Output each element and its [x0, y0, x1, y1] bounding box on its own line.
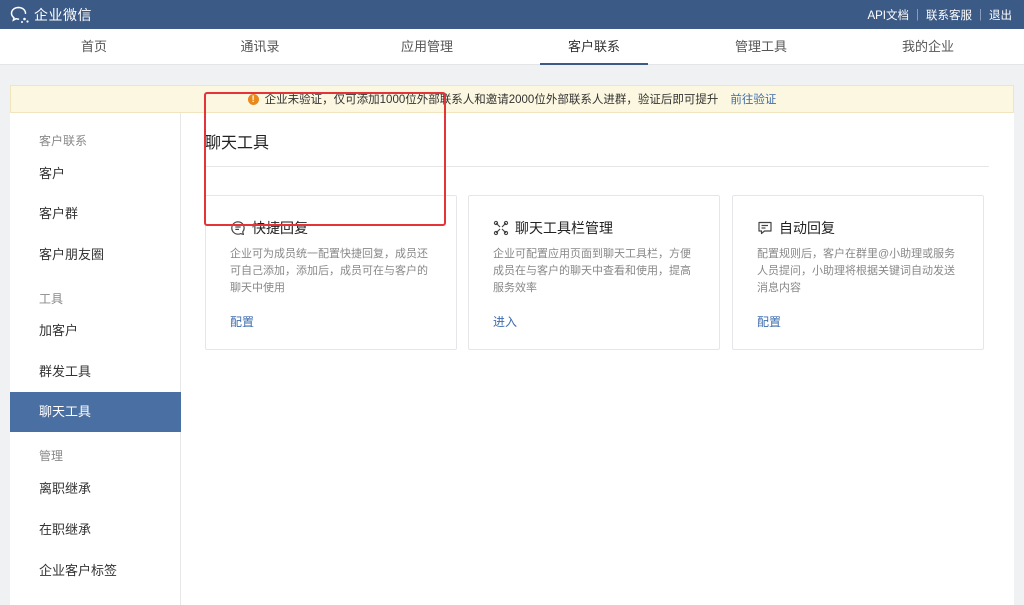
sidebar-item-customer-tags[interactable]: 企业客户标签	[10, 551, 181, 591]
sidebar-group-management: 管理	[39, 449, 64, 463]
sidebar-group-tools: 工具	[39, 292, 64, 306]
sidebar-item-active-transfer[interactable]: 在职继承	[10, 510, 181, 550]
sidebar-item-chat-tools[interactable]: 聊天工具	[10, 392, 181, 432]
sidebar-item-customers[interactable]: 客户	[10, 154, 181, 194]
separator: |	[979, 8, 982, 21]
card-title: 聊天工具栏管理	[515, 220, 613, 236]
nav-contacts[interactable]: 通讯录	[200, 29, 320, 65]
logo[interactable]: 企业微信	[10, 4, 92, 25]
main-panel: 客户联系 客户 客户群 客户朋友圈 工具 加客户 群发工具 聊天工具 管理 离职…	[10, 113, 1014, 605]
card-description: 配置规则后，客户在群里@小助理或服务人员提问，小助理将根据关键词自动发送消息内容	[757, 248, 956, 294]
logout-link[interactable]: 退出	[989, 7, 1012, 23]
card-header: 聊天工具栏管理	[493, 218, 613, 238]
enter-chat-toolbar-link[interactable]: 进入	[493, 313, 517, 330]
card-header: 快捷回复	[230, 218, 308, 238]
nav-app-management[interactable]: 应用管理	[367, 29, 487, 65]
wecom-logo-icon	[10, 6, 29, 23]
chat-bubble-icon	[231, 221, 245, 235]
nav-customer-contact[interactable]: 客户联系	[534, 29, 654, 65]
sidebar: 客户联系 客户 客户群 客户朋友圈 工具 加客户 群发工具 聊天工具 管理 离职…	[10, 113, 181, 605]
configure-quick-reply-link[interactable]: 配置	[230, 313, 254, 330]
sidebar-item-customer-groups[interactable]: 客户群	[10, 194, 181, 234]
auto-reply-icon	[758, 221, 772, 235]
card-description: 企业可为成员统一配置快捷回复，成员还可自己添加，添加后，成员可在与客户的聊天中使…	[230, 248, 428, 294]
notice-text: 企业未验证，仅可添加1000位外部联系人和邀请2000位外部联系人进群，验证后即…	[264, 94, 719, 106]
card-title: 自动回复	[779, 220, 835, 236]
app-name: 企业微信	[34, 6, 92, 23]
sidebar-item-moments[interactable]: 客户朋友圈	[10, 235, 181, 275]
separator: |	[916, 8, 919, 21]
page-title: 聊天工具	[205, 135, 270, 152]
nav-management-tools[interactable]: 管理工具	[701, 29, 821, 65]
verification-notice: ! 企业未验证，仅可添加1000位外部联系人和邀请2000位外部联系人进群，验证…	[10, 85, 1014, 113]
nav-home[interactable]: 首页	[34, 29, 154, 65]
card-header: 自动回复	[757, 218, 835, 238]
warning-icon: !	[247, 93, 259, 105]
top-bar: 企业微信 API文档 | 联系客服 | 退出	[0, 0, 1024, 29]
main-nav: 首页 通讯录 应用管理 客户联系 管理工具 我的企业	[0, 29, 1024, 65]
content-area: 聊天工具 快捷回复 企业可为成员统一配置快捷回复，成员还可自己添加，添加后，成员…	[181, 113, 1014, 605]
card-description: 企业可配置应用页面到聊天工具栏，方便成员在与客户的聊天中查看和使用，提高服务效率	[493, 248, 691, 294]
sidebar-item-mass-message[interactable]: 群发工具	[10, 352, 181, 392]
nav-my-company[interactable]: 我的企业	[868, 29, 988, 65]
top-links: API文档 | 联系客服 | 退出	[867, 0, 1012, 29]
sidebar-item-resigned-transfer[interactable]: 离职继承	[10, 469, 181, 509]
contact-support-link[interactable]: 联系客服	[926, 7, 972, 23]
sidebar-item-add-customer[interactable]: 加客户	[10, 311, 181, 351]
toolbar-icon	[493, 220, 509, 236]
api-docs-link[interactable]: API文档	[867, 7, 909, 23]
sidebar-group-customer-contact: 客户联系	[39, 134, 88, 148]
configure-auto-reply-link[interactable]: 配置	[757, 313, 781, 330]
divider	[205, 166, 989, 167]
verify-link[interactable]: 前往验证	[730, 91, 776, 107]
card-quick-reply: 快捷回复 企业可为成员统一配置快捷回复，成员还可自己添加，添加后，成员可在与客户…	[205, 195, 457, 350]
card-title: 快捷回复	[252, 220, 308, 236]
card-auto-reply: 自动回复 配置规则后，客户在群里@小助理或服务人员提问，小助理将根据关键词自动发…	[732, 195, 984, 350]
card-chat-toolbar: 聊天工具栏管理 企业可配置应用页面到聊天工具栏，方便成员在与客户的聊天中查看和使…	[468, 195, 720, 350]
